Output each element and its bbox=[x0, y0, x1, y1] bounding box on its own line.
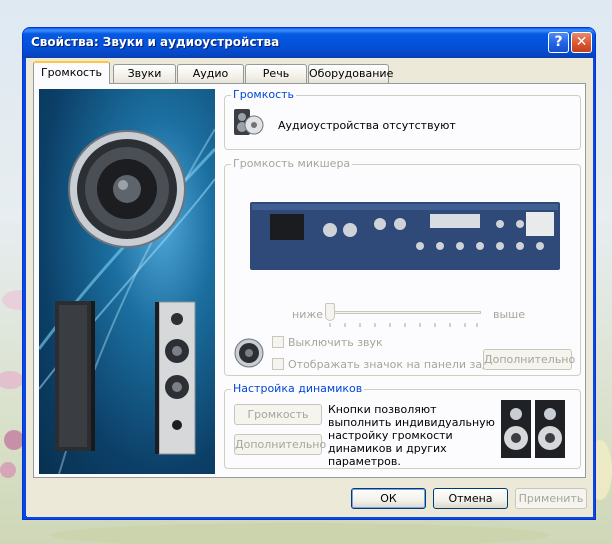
speaker-volume-button[interactable]: Громкость bbox=[234, 404, 322, 425]
slider-thumb[interactable] bbox=[325, 303, 335, 321]
window-title: Свойства: Звуки и аудиоустройства bbox=[31, 35, 280, 49]
speaker-artwork bbox=[39, 89, 215, 474]
close-button[interactable]: ✕ bbox=[571, 32, 592, 53]
mixer-advanced-button[interactable]: Дополнительно bbox=[483, 349, 576, 370]
no-devices-status: Аудиоустройства отсутствуют bbox=[278, 119, 456, 132]
mixer-console-icon bbox=[250, 202, 560, 270]
mute-checkbox[interactable] bbox=[272, 336, 284, 348]
speaker-icon bbox=[234, 338, 264, 368]
slider-high-label: выше bbox=[493, 308, 526, 321]
slider-ticks bbox=[329, 323, 478, 327]
volume-group-label: Громкость bbox=[231, 88, 297, 101]
bookshelf-speakers-icon bbox=[501, 400, 565, 458]
help-icon: ? bbox=[554, 34, 563, 50]
cancel-button[interactable]: Отмена bbox=[433, 488, 508, 509]
mixer-group-label: Громкость микшера bbox=[231, 157, 353, 170]
help-button[interactable]: ? bbox=[548, 32, 569, 53]
button-label: Дополнительно bbox=[235, 438, 327, 451]
title-bar[interactable]: Свойства: Звуки и аудиоустройства ? ✕ bbox=[23, 28, 595, 58]
tab-audio[interactable]: Аудио bbox=[177, 64, 244, 83]
button-label: Отмена bbox=[448, 492, 493, 505]
dialog-client: Громкость Звуки Аудио Речь Оборудование bbox=[27, 58, 593, 517]
volume-tab-panel: Громкость Аудиоустройства отсутствуют Гр… bbox=[33, 83, 586, 478]
audio-device-icon bbox=[234, 109, 264, 135]
speaker-advanced-button[interactable]: Дополнительно bbox=[234, 434, 326, 455]
volume-group: Громкость Аудиоустройства отсутствуют bbox=[224, 88, 581, 150]
tab-volume[interactable]: Громкость bbox=[33, 61, 110, 84]
button-label: ОК bbox=[380, 492, 397, 505]
tab-label: Громкость bbox=[40, 66, 103, 79]
tab-label: Звуки bbox=[127, 67, 162, 80]
tab-label: Речь bbox=[262, 67, 290, 80]
speaker-description: Кнопки позволяют выполнить индивидуальну… bbox=[328, 403, 495, 468]
button-label: Громкость bbox=[247, 408, 309, 421]
mixer-volume-group: Громкость микшера ниже выше Выключить зв… bbox=[224, 157, 581, 376]
tab-hardware[interactable]: Оборудование bbox=[308, 64, 393, 83]
slider-track bbox=[325, 311, 481, 314]
button-label: Применить bbox=[518, 492, 584, 505]
speakers-illustration-icon bbox=[39, 128, 215, 474]
tab-label: Аудио bbox=[192, 67, 229, 80]
tab-speech[interactable]: Речь bbox=[245, 64, 307, 83]
button-label: Дополнительно bbox=[484, 353, 576, 366]
tab-label: Оборудование bbox=[309, 67, 394, 80]
tab-sounds[interactable]: Звуки bbox=[113, 64, 176, 83]
ok-button[interactable]: ОК bbox=[351, 488, 426, 509]
properties-window: Свойства: Звуки и аудиоустройства ? ✕ Гр… bbox=[22, 27, 596, 520]
taskbar-icon-label: Отображать значок на панели задач bbox=[288, 358, 503, 371]
apply-button[interactable]: Применить bbox=[515, 488, 587, 509]
speaker-settings-group: Настройка динамиков Громкость Дополнител… bbox=[224, 382, 581, 469]
taskbar-icon-checkbox[interactable] bbox=[272, 358, 284, 370]
mute-label: Выключить звук bbox=[288, 336, 383, 349]
mixer-volume-slider[interactable] bbox=[325, 303, 481, 331]
speaker-group-label: Настройка динамиков bbox=[231, 382, 365, 395]
close-icon: ✕ bbox=[575, 34, 588, 50]
slider-low-label: ниже bbox=[292, 308, 324, 321]
